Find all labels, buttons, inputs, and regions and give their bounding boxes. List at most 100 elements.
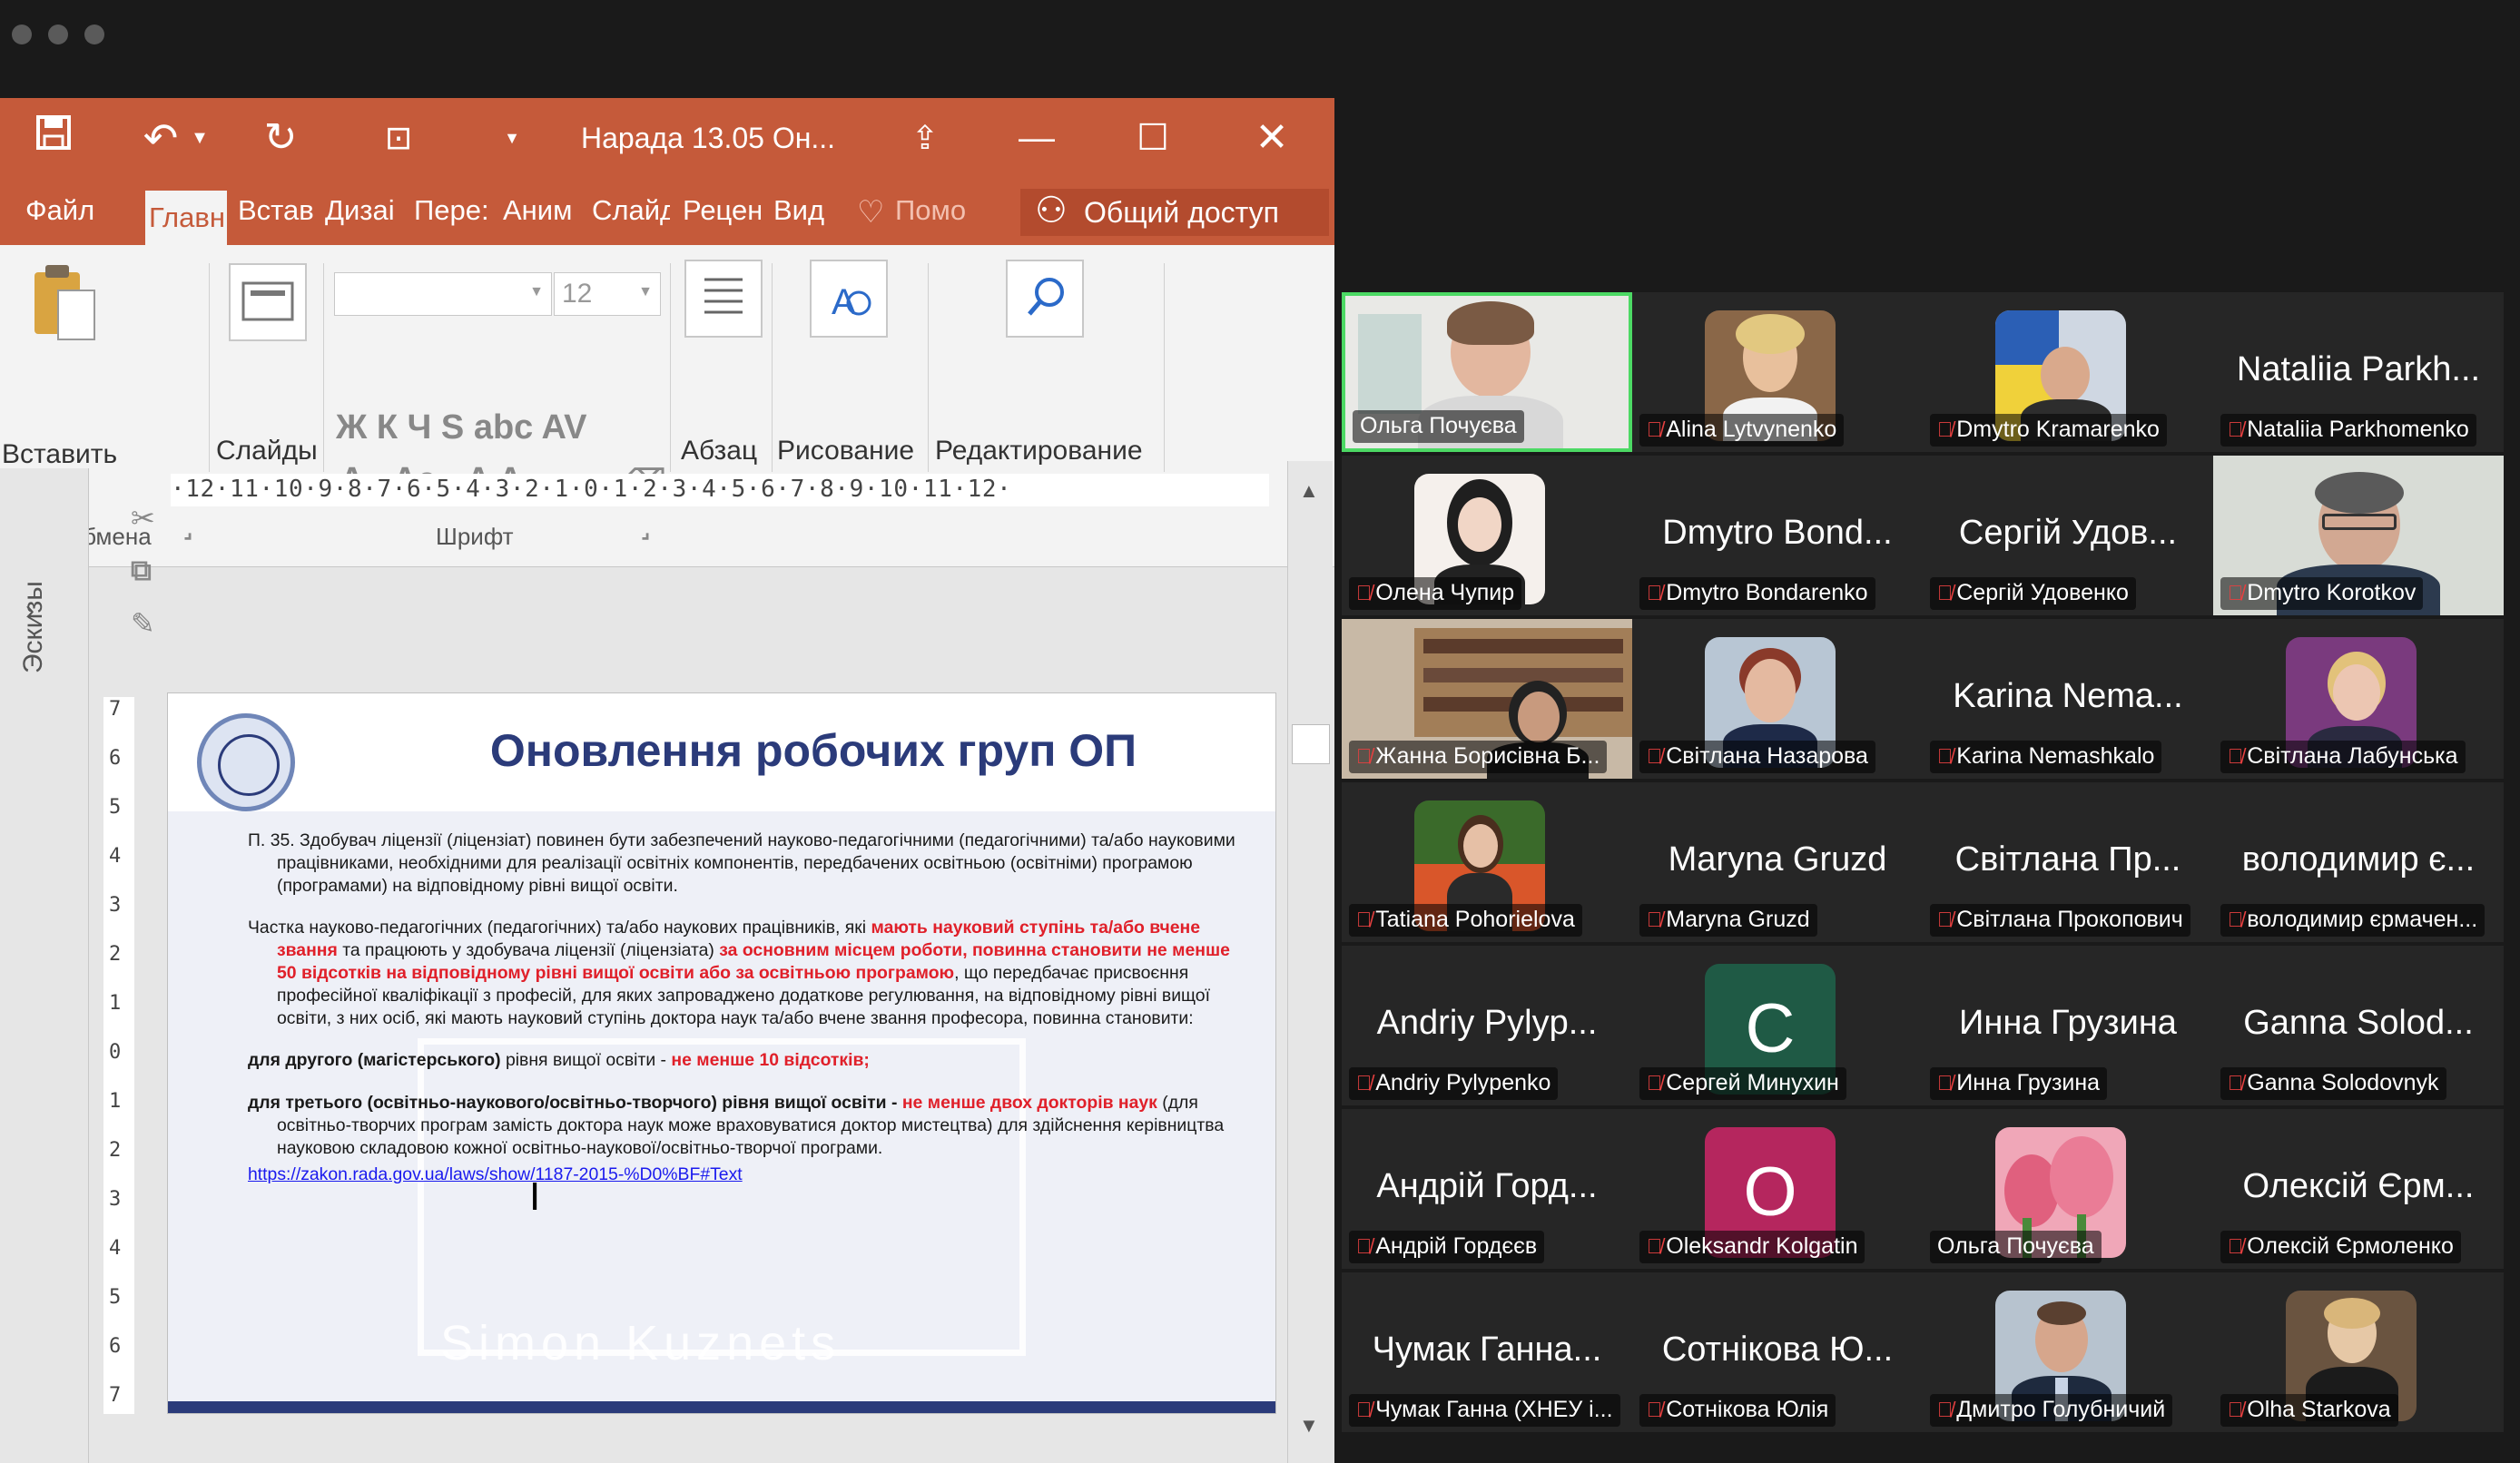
tab-design[interactable]: Дизаі	[325, 194, 403, 227]
vertical-scrollbar[interactable]: ▲ ▼ ⏶ ⏷	[1287, 461, 1333, 1463]
vertical-ruler: 7 6 5 4 3 2 1 0 1 2 3 4 5 6 7	[103, 697, 134, 1414]
participant-tile[interactable]: Сергій Удов... 🎙̸ Сергій Удовенко	[1923, 456, 2213, 615]
participant-tile[interactable]: C 🎙̸ Сергей Минухин	[1632, 946, 1923, 1105]
tab-animations[interactable]: Аним	[503, 194, 585, 227]
minimize-icon[interactable]: —	[1019, 114, 1055, 162]
scroll-down-icon[interactable]: ▼	[1299, 1414, 1319, 1438]
participant-tile[interactable]: Ольга Почуєва	[1923, 1109, 2213, 1269]
save-icon[interactable]	[33, 114, 74, 162]
participant-name: 🎙̸ Світлана Лабунська	[2220, 741, 2466, 773]
participant-tile[interactable]: Ольга Почуєва	[1342, 292, 1632, 452]
participant-tile[interactable]: володимир є... 🎙̸ володимир єрмачен...	[2213, 782, 2504, 942]
person-icon: ⚇	[1035, 191, 1068, 231]
participant-tile[interactable]: 🎙̸ Світлана Лабунська	[2213, 619, 2504, 779]
participant-tile[interactable]: Nataliia Parkh... 🎙̸ Nataliia Parkhomenko	[2213, 292, 2504, 452]
participant-display-name: Олексій Єрм...	[2242, 1167, 2475, 1205]
slides-button[interactable]: Слайды	[216, 436, 318, 466]
participant-tile[interactable]: Чумак Ганна... 🎙̸ Чумак Ганна (ХНЕУ і...	[1342, 1272, 1632, 1432]
font-name-input[interactable]: ▼	[334, 272, 552, 316]
customize-toolbar-icon[interactable]: ▼	[501, 114, 523, 162]
participant-tile[interactable]: Світлана Пр... 🎙̸ Світлана Прокопович	[1923, 782, 2213, 942]
font-format-buttons[interactable]: Ж К Ч S abc AV	[336, 408, 586, 447]
tab-file[interactable]: Файл	[25, 194, 102, 227]
participant-display-name: Сотнікова Ю...	[1661, 1330, 1894, 1369]
participant-tile[interactable]: 🎙̸ Жанна Борисівна Б...	[1342, 619, 1632, 779]
svg-text:5: 5	[109, 1286, 121, 1309]
format-painter-icon[interactable]: ✎	[131, 606, 155, 641]
participant-tile[interactable]: 🎙̸ Dmytro Korotkov	[2213, 456, 2504, 615]
paste-icon[interactable]	[25, 263, 102, 345]
ribbon-tabs: Файл Главн Встав Дизаі Пере: Аним Слайд …	[0, 180, 1334, 245]
share-button[interactable]: ⚇ Общий доступ	[1020, 189, 1329, 236]
participant-name: 🎙̸ Сергей Минухин	[1639, 1067, 1846, 1100]
text-cursor-icon: I	[529, 1174, 541, 1219]
drawing-icon[interactable]: A	[810, 260, 888, 338]
copy-icon[interactable]: ⧉	[131, 554, 152, 588]
lightbulb-icon[interactable]: ♡	[857, 194, 893, 231]
ribbon: Вставить ▼ ✂ ⧉ ✎ Буфер обмена ⌟ Слайды ▼…	[0, 245, 1334, 640]
drawing-button[interactable]: Рисование	[777, 436, 914, 466]
close-icon[interactable]: ✕	[1253, 114, 1291, 162]
scroll-up-icon[interactable]: ▲	[1299, 479, 1319, 503]
participant-tile[interactable]: Олексій Єрм... 🎙̸ Олексій Єрмоленко	[2213, 1109, 2504, 1269]
participant-tile[interactable]: O 🎙̸ Oleksandr Kolgatin	[1632, 1109, 1923, 1269]
svg-text:1: 1	[109, 992, 121, 1015]
scroll-thumb[interactable]	[1292, 724, 1330, 764]
participant-tile[interactable]: 🎙̸ Alina Lytvynenko	[1632, 292, 1923, 452]
ribbon-display-options-icon[interactable]: ⇪	[904, 114, 946, 162]
participant-tile[interactable]: 🎙̸ Олена Чупир	[1342, 456, 1632, 615]
law-link[interactable]: https://zakon.rada.gov.ua/laws/show/1187…	[248, 1164, 743, 1184]
tab-help[interactable]: Помо	[895, 194, 986, 227]
participant-tile[interactable]: Maryna Gruzd 🎙̸ Maryna Gruzd	[1632, 782, 1923, 942]
slide-footer-bar	[168, 1401, 1275, 1413]
participant-tile[interactable]: Андрій Горд... 🎙̸ Андрій Гордєєв	[1342, 1109, 1632, 1269]
muted-mic-icon: 🎙̸	[2228, 1398, 2244, 1421]
participant-tile[interactable]: Karina Nema... 🎙̸ Karina Nemashkalo	[1923, 619, 2213, 779]
participant-tile[interactable]: Dmytro Bond... 🎙̸ Dmytro Bondarenko	[1632, 456, 1923, 615]
start-slideshow-icon[interactable]: ⊡	[374, 114, 423, 162]
participant-tile[interactable]: Ganna Solod... 🎙̸ Ganna Solodovnyk	[2213, 946, 2504, 1105]
participant-tile[interactable]: 🎙̸ Dmytro Kramarenko	[1923, 292, 2213, 452]
muted-mic-icon: 🎙̸	[2228, 1071, 2244, 1095]
slide-canvas[interactable]: Оновлення робочих груп ОП Simon Kuznets …	[167, 692, 1276, 1414]
close-window-dot[interactable]	[12, 25, 32, 44]
participant-tile[interactable]: 🎙̸ Світлана Назарова	[1632, 619, 1923, 779]
participant-tile[interactable]: 🎙̸ Olha Starkova	[2213, 1272, 2504, 1432]
participant-tile[interactable]: 🎙̸ Tatiana Pohorielova	[1342, 782, 1632, 942]
participant-tile[interactable]: Сотнікова Ю... 🎙̸ Сотнікова Юлія	[1632, 1272, 1923, 1432]
undo-dropdown-icon[interactable]: ▼	[191, 114, 209, 162]
font-size-input[interactable]: 12 ▼	[554, 272, 661, 316]
font-launcher-icon[interactable]: ⌟	[641, 519, 650, 543]
svg-text:0: 0	[109, 1041, 121, 1064]
paste-button[interactable]: Вставить	[2, 439, 117, 470]
participant-name: 🎙̸ Чумак Ганна (ХНЕУ і...	[1349, 1394, 1620, 1427]
paragraph-button[interactable]: Абзац	[681, 436, 757, 466]
minimize-window-dot[interactable]	[48, 25, 68, 44]
slide-paragraph-3: для другого (магістерського) рівня вищої…	[248, 1050, 870, 1071]
participant-tile[interactable]: Andriy Pylyp... 🎙̸ Andriy Pylypenko	[1342, 946, 1632, 1105]
search-icon[interactable]	[1006, 260, 1084, 338]
redo-icon[interactable]: ↻	[258, 114, 303, 162]
participant-tile[interactable]: 🎙̸ Дмитро Голубничий	[1923, 1272, 2213, 1432]
tab-insert[interactable]: Встав	[238, 194, 316, 227]
previous-slide-icon[interactable]: ⏶	[1299, 1459, 1315, 1463]
participant-name: Ольга Почуєва	[1930, 1231, 2102, 1263]
font-group-label: Шрифт	[436, 523, 514, 550]
participant-name: 🎙̸ Dmytro Kramarenko	[1930, 414, 2167, 447]
clipboard-launcher-icon[interactable]: ⌟	[183, 519, 192, 543]
new-slide-icon[interactable]	[229, 263, 307, 341]
undo-icon[interactable]: ↶	[136, 114, 185, 162]
maximize-window-dot[interactable]	[84, 25, 104, 44]
paragraph-icon[interactable]	[684, 260, 763, 338]
tab-view[interactable]: Вид	[773, 194, 837, 227]
tab-review[interactable]: Рецен	[683, 194, 761, 227]
editing-button[interactable]: Редактирование	[935, 436, 1143, 466]
participant-name: 🎙̸ Andriy Pylypenko	[1349, 1067, 1559, 1100]
slide-body: П. 35. Здобувач ліцензії (ліцензіат) пов…	[248, 830, 1237, 1185]
participant-tile[interactable]: Инна Грузина 🎙̸ Инна Грузина	[1923, 946, 2213, 1105]
tab-transitions[interactable]: Пере:	[414, 194, 492, 227]
tab-home[interactable]: Главн	[145, 191, 227, 245]
maximize-icon[interactable]: ☐	[1135, 114, 1171, 162]
thumbnails-label[interactable]: Эскизы	[18, 581, 49, 673]
tab-slideshow[interactable]: Слайд	[592, 194, 670, 227]
